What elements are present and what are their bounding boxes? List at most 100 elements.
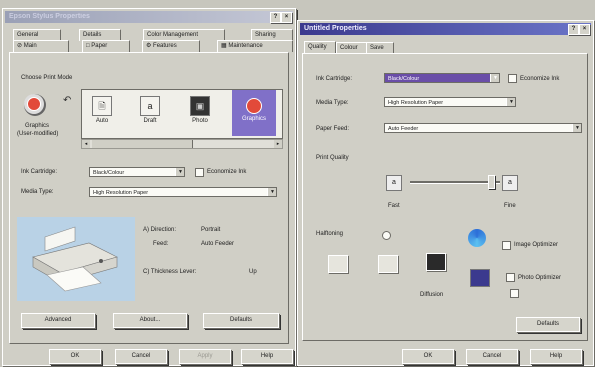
- ink-cartridge-label: Ink Cartridge:: [316, 76, 353, 82]
- feed-key: Feed:: [153, 241, 169, 247]
- tab-features[interactable]: ⚙ Features: [142, 40, 200, 52]
- mode-graphics[interactable]: Graphics: [232, 90, 276, 136]
- tab-paper-label: Paper: [91, 43, 108, 49]
- chevron-down-icon[interactable]: ▼: [490, 74, 500, 82]
- tab-maintenance-label: Maintenance: [228, 43, 263, 49]
- ink-cartridge-label: Ink Cartridge:: [21, 169, 58, 175]
- help-title-button[interactable]: ?: [270, 12, 281, 23]
- side-mode-modified-label: (User-modified): [17, 131, 59, 137]
- image-optimizer-checkbox[interactable]: [502, 241, 511, 250]
- direction-value: Portrait: [201, 227, 221, 233]
- scroll-thumb[interactable]: [92, 140, 193, 148]
- cancel-button[interactable]: Cancel: [466, 349, 518, 364]
- tab-maintenance[interactable]: ▦ Maintenance: [217, 40, 293, 52]
- photo-mode-icon: ▣: [190, 96, 210, 116]
- graphics-side-mode[interactable]: Graphics (User-modified): [17, 91, 69, 151]
- cancel-button[interactable]: Cancel: [115, 349, 167, 364]
- ink-cartridge-select[interactable]: Black/Colour ▼: [89, 167, 185, 177]
- mode-draft-label: Draft: [143, 118, 157, 124]
- media-type-label: Media Type:: [21, 189, 54, 195]
- slider-fast-label: Fast: [388, 203, 400, 209]
- ink-cartridge-select[interactable]: Black/Colour ▼: [384, 73, 500, 83]
- image-optimizer-label: Image Optimizer: [514, 242, 559, 248]
- mode-photo[interactable]: ▣ Photo: [186, 92, 214, 132]
- printer-illustration: [32, 226, 118, 292]
- photo-optimizer-icon: [470, 269, 490, 287]
- halftone-option-2-icon[interactable]: [378, 255, 398, 273]
- photo-optimizer-label: Photo Optimizer: [518, 275, 562, 281]
- media-type-label: Media Type:: [316, 100, 349, 106]
- mode-auto-label: Auto: [95, 118, 109, 124]
- halftoning-radio[interactable]: [382, 231, 391, 240]
- quality-fast-icon: a: [386, 175, 402, 191]
- scroll-left-arrow[interactable]: ◂: [82, 140, 90, 148]
- diffusion-icon[interactable]: [426, 253, 446, 271]
- mode-scrollbar[interactable]: ◂ ▸: [81, 139, 283, 149]
- quality-slider-track[interactable]: [410, 181, 500, 184]
- mode-arrow-icon: ↶: [63, 95, 72, 106]
- photo-optimizer-checkbox[interactable]: [506, 273, 515, 282]
- close-title-button[interactable]: ×: [281, 12, 292, 23]
- chevron-down-icon[interactable]: ▼: [175, 168, 185, 176]
- side-mode-label: Graphics: [25, 123, 50, 129]
- chevron-down-icon[interactable]: ▼: [506, 98, 516, 106]
- defaults-button[interactable]: Defaults: [203, 313, 279, 328]
- help-title-button[interactable]: ?: [568, 24, 579, 35]
- halftone-option-1-icon[interactable]: [328, 255, 348, 273]
- tab-features-label: Features: [153, 43, 177, 49]
- tab-quality[interactable]: Quality: [304, 41, 336, 53]
- direction-key: A) Direction:: [143, 227, 177, 233]
- ink-cartridge-value: Black/Colour: [388, 76, 420, 82]
- choose-print-mode-label: Choose Print Mode: [21, 75, 73, 81]
- features-tab-icon: ⚙: [146, 43, 154, 49]
- chevron-down-icon[interactable]: ▼: [572, 124, 582, 132]
- defaults-button[interactable]: Defaults: [516, 317, 580, 332]
- mode-auto[interactable]: 🗎 Auto: [88, 92, 116, 132]
- image-optimizer-icon: [468, 229, 486, 247]
- left-window-title: Epson Stylus Properties: [9, 13, 90, 20]
- graphics-mode-strip-icon: [246, 98, 262, 114]
- advanced-button[interactable]: Advanced: [21, 313, 95, 328]
- paper-feed-select[interactable]: Auto Feeder ▼: [384, 123, 582, 133]
- ink-cartridge-value: Black/Colour: [93, 170, 125, 176]
- halftoning-label: Halftoning: [316, 231, 344, 237]
- right-titlebar: Untitled Properties ? ×: [300, 23, 591, 35]
- left-properties-window: Epson Stylus Properties ? × General Deta…: [2, 8, 296, 366]
- media-type-select[interactable]: High Resolution Paper ▼: [89, 187, 277, 197]
- extra-option-checkbox[interactable]: [510, 289, 519, 298]
- economize-ink-checkbox[interactable]: [195, 168, 204, 177]
- chevron-down-icon[interactable]: ▼: [267, 188, 277, 196]
- ok-button[interactable]: OK: [49, 349, 101, 364]
- economize-ink-label: Economize Ink: [207, 169, 247, 175]
- ok-button[interactable]: OK: [402, 349, 454, 364]
- print-mode-strip: 🗎 Auto a Draft ▣ Photo Graphics: [81, 89, 283, 139]
- quality-fine-icon: a: [502, 175, 518, 191]
- tab-main-label: Main: [23, 43, 37, 49]
- right-properties-window: Untitled Properties ? × Quality Colour S…: [297, 20, 594, 366]
- mode-graphics-label: Graphics: [241, 116, 266, 122]
- mode-draft[interactable]: a Draft: [136, 92, 164, 132]
- feed-value: Auto Feeder: [201, 241, 235, 247]
- paper-feed-value: Auto Feeder: [388, 126, 419, 132]
- quality-slider-thumb[interactable]: [488, 175, 495, 189]
- draft-mode-icon: a: [140, 96, 160, 116]
- close-title-button[interactable]: ×: [579, 24, 590, 35]
- media-type-value: High Resolution Paper: [388, 100, 444, 106]
- diffusion-label: Diffusion: [420, 292, 444, 298]
- auto-mode-icon: 🗎: [92, 96, 112, 116]
- media-type-value: High Resolution Paper: [93, 190, 149, 196]
- help-button[interactable]: Help: [241, 349, 293, 364]
- economize-ink-checkbox[interactable]: [508, 74, 517, 83]
- help-button[interactable]: Help: [530, 349, 582, 364]
- scroll-right-arrow[interactable]: ▸: [274, 140, 282, 148]
- apply-button[interactable]: Apply: [179, 349, 231, 364]
- about-button[interactable]: About...: [113, 313, 187, 328]
- mode-photo-label: Photo: [192, 118, 208, 124]
- main-tab-icon: ⊘: [17, 43, 24, 49]
- tab-paper[interactable]: □ Paper: [82, 40, 130, 52]
- slider-fine-label: Fine: [504, 203, 516, 209]
- tab-main[interactable]: ⊘ Main: [13, 40, 69, 52]
- graphics-mode-icon: [27, 97, 41, 111]
- economize-ink-label: Economize Ink: [520, 76, 560, 82]
- media-type-select[interactable]: High Resolution Paper ▼: [384, 97, 516, 107]
